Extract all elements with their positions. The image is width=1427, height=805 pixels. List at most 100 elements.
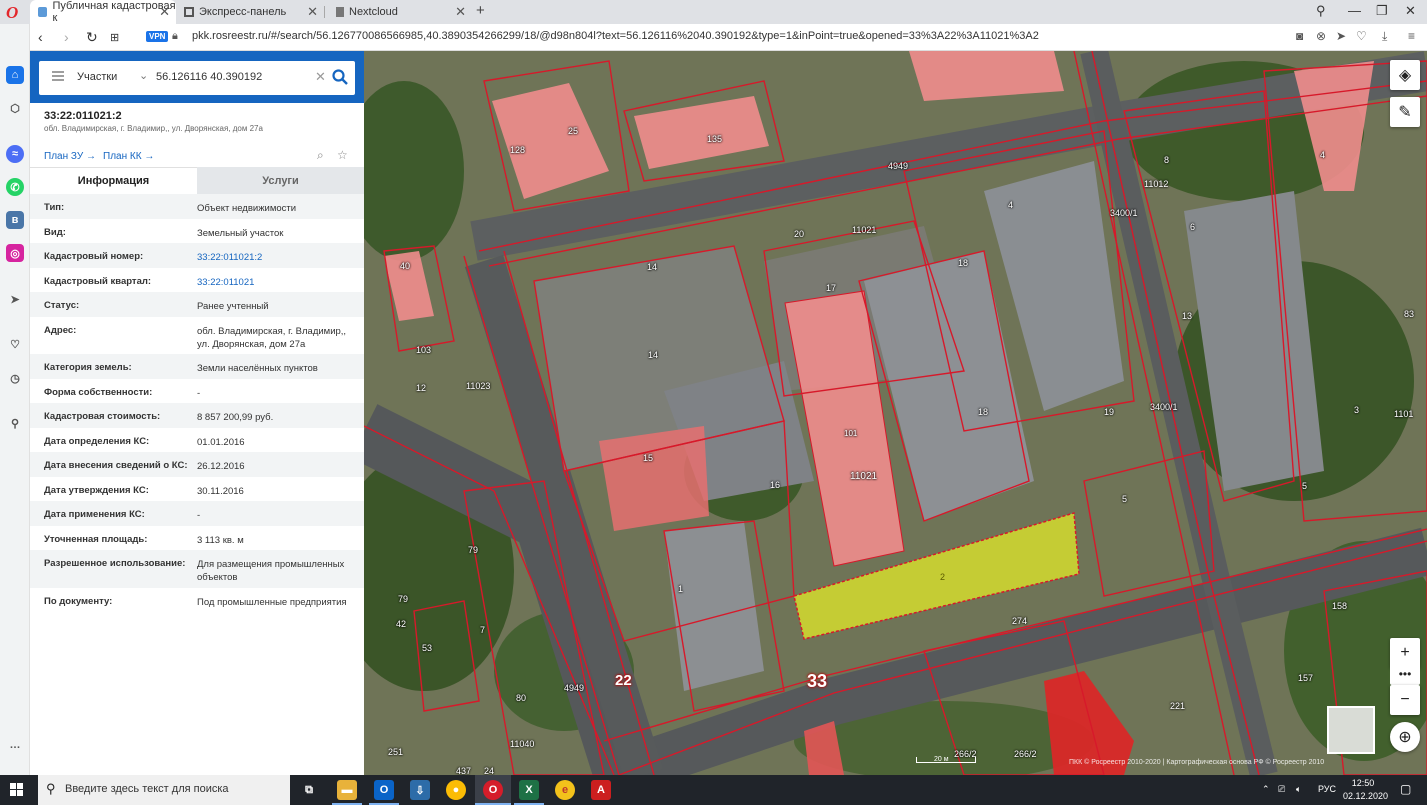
search-type-select[interactable]: Участки — [77, 71, 117, 83]
file-explorer-icon[interactable]: ▬ — [337, 780, 357, 800]
url-field[interactable]: pkk.rosreestr.ru/#/search/56.12677008656… — [192, 30, 1039, 42]
chevron-down-icon[interactable]: ⌄ — [139, 69, 148, 82]
tab-express-panel[interactable]: Экспресс-панель ✕ — [176, 0, 324, 24]
parcel-label: 5 — [1122, 494, 1128, 504]
parcel-label: 158 — [1332, 601, 1348, 611]
close-icon[interactable]: ✕ — [455, 4, 466, 20]
new-tab-button[interactable]: + — [476, 2, 485, 19]
menu-icon[interactable]: ≡ — [1408, 29, 1415, 43]
cube-icon[interactable]: ⬡ — [6, 99, 24, 117]
more-icon[interactable]: … — [6, 736, 24, 754]
back-button[interactable]: ‹ — [38, 29, 43, 45]
attr-row: Разрешенное использование: Для размещения… — [30, 550, 364, 588]
windows-taskbar: ⚲ Введите здесь текст для поиска ⧉ ▬ O ⇩… — [0, 775, 1427, 805]
tab-information[interactable]: Информация — [30, 167, 197, 194]
tab-pkk[interactable]: Публичная кадастровая к ✕ — [30, 0, 176, 24]
parcel-label: 101 — [844, 429, 858, 438]
reload-button[interactable]: ↻ — [86, 29, 98, 46]
cadastral-number-link[interactable]: 33:22:011021:2 — [197, 251, 357, 264]
forward-button[interactable]: › — [64, 29, 69, 45]
maximize-button[interactable]: ❐ — [1376, 3, 1388, 19]
attr-row: Категория земель: Земли населённых пункто… — [30, 354, 364, 379]
download-icon[interactable]: ⤓ — [1382, 29, 1387, 44]
network-icon[interactable]: ⎚ — [1278, 784, 1285, 795]
chrome-icon[interactable]: ● — [446, 780, 466, 800]
minimize-button[interactable]: — — [1348, 3, 1361, 18]
quarter-label: 11023 — [466, 381, 491, 391]
taskbar-clock[interactable]: 12:50 02.12.2020 — [1343, 777, 1388, 803]
messenger-icon[interactable]: ≈ — [6, 145, 24, 163]
excel-icon[interactable]: X — [519, 780, 539, 800]
send-icon[interactable]: ➤ — [6, 290, 24, 308]
ruler-icon[interactable]: ✎ — [1390, 97, 1420, 127]
selected-parcel-label[interactable]: 2 — [940, 572, 945, 582]
search-input[interactable]: 56.126116 40.390192 — [156, 71, 262, 83]
zoom-out-button[interactable]: − — [1390, 685, 1420, 715]
parcel-label: 53 — [422, 643, 433, 653]
history-icon[interactable]: ◷ — [6, 369, 24, 387]
parcel-label: 4949 — [564, 683, 585, 693]
close-icon[interactable]: ✕ — [307, 4, 318, 20]
vpn-badge[interactable]: VPN — [146, 31, 169, 42]
parcel-label: 135 — [707, 134, 723, 144]
opera-icon[interactable]: O — [483, 780, 503, 800]
vk-icon[interactable]: в — [6, 211, 24, 229]
home-icon[interactable]: ⌂ — [6, 66, 24, 84]
map-canvas[interactable] — [364, 51, 1427, 775]
notifications-icon[interactable]: ▢ — [1400, 782, 1411, 796]
outlook-icon[interactable]: O — [374, 780, 394, 800]
tab-nextcloud[interactable]: Nextcloud ✕ — [328, 0, 472, 24]
favorite-star-icon[interactable]: ☆ — [337, 148, 348, 162]
instagram-icon[interactable]: ◎ — [6, 244, 24, 262]
quarter-label: 11012 — [1144, 179, 1169, 189]
attr-row: Дата определения КС: 01.01.2016 — [44, 436, 245, 448]
basemap-switcher[interactable] — [1327, 706, 1375, 754]
tabs-grid-icon[interactable]: ⊞ — [110, 31, 119, 44]
taskbar-search-placeholder: Введите здесь текст для поиска — [65, 783, 229, 795]
parcel-label: 18 — [958, 258, 969, 268]
close-window-button[interactable]: ✕ — [1405, 3, 1416, 19]
parcel-label: 4949 — [888, 161, 909, 171]
zoom-to-object-icon[interactable]: ⌕ — [317, 148, 324, 163]
parcel-label: 251 — [388, 747, 404, 757]
parcel-label: 3400/1 — [1110, 208, 1138, 218]
whatsapp-icon[interactable]: ✆ — [6, 178, 24, 196]
bookmark-heart-icon[interactable]: ♡ — [1356, 29, 1367, 43]
parcel-label: 157 — [1298, 673, 1314, 683]
taskbar-search[interactable]: ⚲ Введите здесь текст для поиска — [38, 775, 290, 805]
task-view-icon[interactable]: ⧉ — [299, 780, 319, 800]
close-icon[interactable]: ✕ — [159, 4, 170, 20]
plan-kk-link[interactable]: План КК → — [103, 151, 154, 162]
app-icon[interactable]: e — [555, 780, 575, 800]
hamburger-menu-icon[interactable] — [52, 71, 64, 81]
tracker-block-icon[interactable]: ⊗ — [1316, 29, 1326, 43]
camera-icon[interactable]: ◙ — [1296, 29, 1303, 43]
parcel-label: 3400/1 — [1150, 402, 1178, 412]
tab-services[interactable]: Услуги — [197, 167, 364, 194]
zoom-more-icon[interactable]: ••• — [1390, 663, 1420, 685]
search-icon[interactable] — [331, 68, 349, 86]
heart-icon[interactable]: ♡ — [6, 335, 24, 353]
language-indicator[interactable]: РУС — [1318, 784, 1336, 794]
location-pin-icon[interactable]: ⚲ — [6, 414, 24, 432]
parcel-label: 274 — [1012, 616, 1028, 626]
compass-icon[interactable]: ⊕ — [1390, 722, 1420, 752]
tray-chevron-icon[interactable]: ⌃ — [1262, 784, 1270, 795]
windows-start-icon[interactable] — [10, 783, 24, 797]
attr-row: Вид: Земельный участок — [44, 227, 284, 239]
address-bar: ‹ › ↻ ⊞ VPN 🔒︎ pkk.rosreestr.ru/#/search… — [30, 24, 1427, 51]
network-app-icon[interactable]: ⇩ — [410, 780, 430, 800]
cadastral-map[interactable]: 11021 11021 11023 11012 11040 1101 33 22… — [364, 51, 1427, 775]
layers-icon[interactable]: ◈ — [1390, 60, 1420, 90]
parcel-label: 12 — [416, 383, 427, 393]
volume-icon[interactable]: 🔈︎ — [1296, 784, 1301, 795]
plan-zu-link[interactable]: План ЗУ → — [44, 151, 96, 162]
lock-icon[interactable]: 🔒︎ — [172, 30, 178, 43]
parcel-label: 7 — [480, 625, 486, 635]
clear-icon[interactable]: ✕ — [315, 69, 326, 85]
cadastral-quarter-link[interactable]: 33:22:011021 — [197, 276, 357, 289]
acrobat-icon[interactable]: A — [591, 780, 611, 800]
opera-logo[interactable]: O — [6, 3, 24, 22]
search-tabs-icon[interactable]: ⚲ — [1316, 3, 1326, 19]
share-icon[interactable]: ➤ — [1336, 29, 1346, 43]
